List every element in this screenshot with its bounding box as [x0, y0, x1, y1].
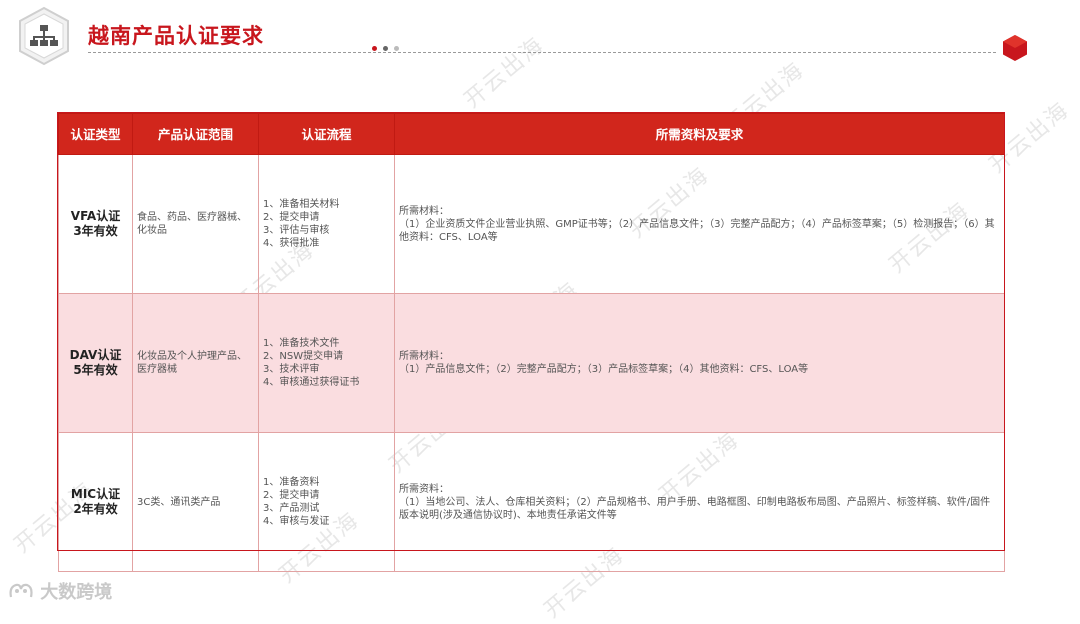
- process-step: 2、提交申请: [263, 490, 320, 501]
- scope-cell: 食品、药品、医疗器械、化妆品: [132, 154, 259, 294]
- header-divider: [88, 52, 996, 53]
- requirements-text: （1）当地公司、法人、仓库相关资料；（2）产品规格书、用户手册、电路框图、印制电…: [399, 496, 991, 521]
- cert-name: MIC认证: [70, 487, 121, 501]
- cert-name: VFA认证: [70, 209, 121, 223]
- requirements-heading: 所需资料：: [399, 483, 449, 495]
- brand-logo: 大数跨境: [8, 578, 112, 604]
- requirements-heading: 所需材料：: [399, 205, 449, 217]
- process-step: 2、NSW提交申请: [263, 351, 344, 362]
- requirements-heading: 所需材料：: [399, 351, 449, 362]
- process-step: 3、评估与审核: [263, 225, 330, 236]
- requirements-cell: 所需材料： （1）企业资质文件企业营业执照、GMP证书等；（2）产品信息文件；（…: [394, 154, 1005, 294]
- col-header-type: 认证类型: [58, 113, 133, 155]
- org-chart-hex-icon: [19, 6, 69, 66]
- table-header-row: 认证类型 产品认证范围 认证流程 所需资料及要求: [58, 113, 1005, 155]
- process-step: 4、审核与发证: [263, 516, 330, 527]
- process-step: 1、准备技术文件: [263, 338, 340, 349]
- process-step: 1、准备相关材料: [263, 199, 340, 210]
- dot: [394, 46, 399, 51]
- brand-name: 大数跨境: [40, 582, 113, 603]
- cert-name: DAV认证: [69, 348, 122, 362]
- requirements-text: （1）产品信息文件；（2）完整产品配方；（3）产品标签草案；（4）其他资料：CF…: [399, 364, 809, 375]
- process-cell: 1、准备相关材料 2、提交申请 3、评估与审核 4、获得批准: [258, 154, 395, 294]
- col-header-scope: 产品认证范围: [132, 113, 259, 155]
- requirements-text: （1）企业资质文件企业营业执照、GMP证书等；（2）产品信息文件；（3）完整产品…: [399, 218, 995, 243]
- process-step: 3、产品测试: [263, 503, 320, 514]
- process-cell: 1、准备技术文件 2、NSW提交申请 3、技术评审 4、审核通过获得证书: [258, 293, 395, 433]
- cert-validity: 5年有效: [73, 363, 118, 377]
- requirements-cell: 所需材料： （1）产品信息文件；（2）完整产品配方；（3）产品标签草案；（4）其…: [394, 293, 1005, 433]
- scope-cell: 3C类、通讯类产品: [132, 432, 259, 572]
- cert-validity: 3年有效: [73, 224, 118, 238]
- watermark: 开云出海: [459, 32, 550, 114]
- dot-active: [372, 46, 377, 51]
- cert-type-cell: MIC认证 2年有效: [58, 432, 133, 572]
- dot: [383, 46, 388, 51]
- process-step: 3、技术评审: [263, 364, 320, 375]
- process-step: 4、审核通过获得证书: [263, 377, 360, 388]
- cert-validity: 2年有效: [73, 502, 118, 516]
- cert-type-cell: DAV认证 5年有效: [58, 293, 133, 433]
- process-step: 4、获得批准: [263, 238, 320, 249]
- certification-table: 认证类型 产品认证范围 认证流程 所需资料及要求 VFA认证 3年有效 食品、药…: [58, 113, 1005, 572]
- page-title: 越南产品认证要求: [88, 24, 264, 48]
- process-step: 2、提交申请: [263, 212, 320, 223]
- table-row: VFA认证 3年有效 食品、药品、医疗器械、化妆品 1、准备相关材料 2、提交申…: [58, 154, 1005, 294]
- requirements-cell: 所需资料： （1）当地公司、法人、仓库相关资料；（2）产品规格书、用户手册、电路…: [394, 432, 1005, 572]
- table-row: DAV认证 5年有效 化妆品及个人护理产品、医疗器械 1、准备技术文件 2、NS…: [58, 293, 1005, 433]
- col-header-process: 认证流程: [258, 113, 395, 155]
- table-row: MIC认证 2年有效 3C类、通讯类产品 1、准备资料 2、提交申请 3、产品测…: [58, 432, 1005, 572]
- process-cell: 1、准备资料 2、提交申请 3、产品测试 4、审核与发证: [258, 432, 395, 572]
- scope-cell: 化妆品及个人护理产品、医疗器械: [132, 293, 259, 433]
- red-hexagon-icon: [1003, 35, 1027, 61]
- cert-type-cell: VFA认证 3年有效: [58, 154, 133, 294]
- process-step: 1、准备资料: [263, 477, 320, 488]
- brand-mark-icon: [9, 583, 33, 598]
- col-header-requirements: 所需资料及要求: [394, 113, 1005, 155]
